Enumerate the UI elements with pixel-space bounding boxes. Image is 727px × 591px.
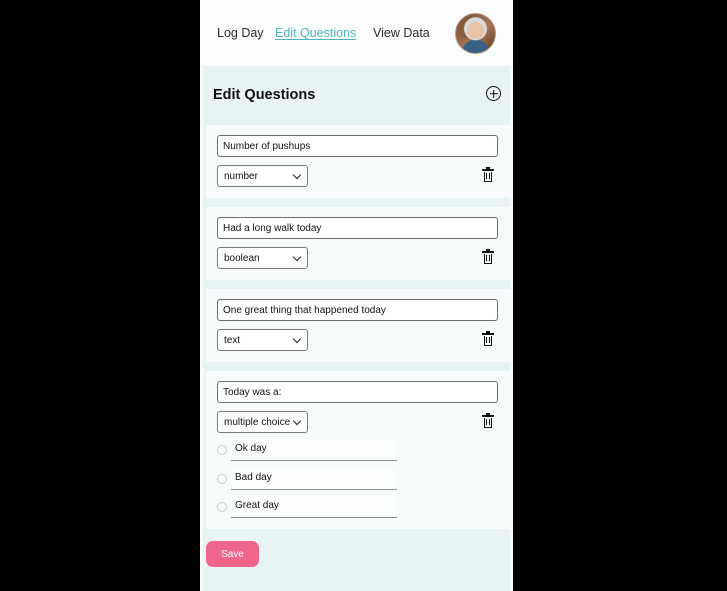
question-card: text (206, 289, 510, 362)
question-type-select[interactable]: boolean (217, 247, 308, 269)
app-screen: Log Day Edit Questions View Data Edit Qu… (200, 0, 513, 591)
choice-radio[interactable] (217, 474, 227, 484)
choice-radio[interactable] (217, 445, 227, 455)
question-text-input[interactable] (217, 217, 498, 239)
delete-question-icon[interactable] (482, 331, 494, 347)
chevron-down-icon (292, 334, 302, 344)
question-text-input[interactable] (217, 135, 498, 157)
choice-option-label: Great day (235, 500, 279, 511)
top-navigation: Log Day Edit Questions View Data (200, 0, 513, 66)
question-text-input[interactable] (217, 381, 498, 403)
question-card: boolean (206, 207, 510, 280)
delete-question-icon[interactable] (482, 167, 494, 183)
choice-option-input[interactable]: Ok day (231, 439, 397, 461)
question-type-value: text (224, 334, 241, 346)
choice-option: Bad day (217, 468, 397, 490)
nav-link-log-day[interactable]: Log Day (217, 26, 264, 40)
delete-question-icon[interactable] (482, 249, 494, 265)
choice-radio[interactable] (217, 502, 227, 512)
chevron-down-icon (292, 416, 302, 426)
choice-option: Ok day (217, 439, 397, 461)
question-card: number (206, 125, 510, 198)
chevron-down-icon (292, 170, 302, 180)
save-button[interactable]: Save (206, 541, 259, 567)
user-avatar[interactable] (455, 13, 496, 54)
question-type-select[interactable]: multiple choice (217, 411, 308, 433)
choice-option-label: Bad day (235, 472, 272, 483)
question-type-select[interactable]: number (217, 165, 308, 187)
page-title: Edit Questions (213, 87, 316, 103)
question-type-select[interactable]: text (217, 329, 308, 351)
choice-option-input[interactable]: Bad day (231, 468, 397, 490)
nav-link-view-data[interactable]: View Data (373, 26, 430, 40)
chevron-down-icon (292, 252, 302, 262)
edit-questions-panel: Edit Questions number boolean (203, 66, 510, 591)
question-type-value: number (224, 170, 258, 182)
delete-question-icon[interactable] (482, 413, 494, 429)
choice-option: Great day (217, 496, 397, 518)
question-text-input[interactable] (217, 299, 498, 321)
choice-option-input[interactable]: Great day (231, 496, 397, 518)
question-type-value: multiple choice (224, 416, 291, 428)
add-question-icon[interactable] (486, 86, 501, 101)
choice-option-label: Ok day (235, 443, 267, 454)
nav-link-edit-questions[interactable]: Edit Questions (275, 26, 356, 40)
question-type-value: boolean (224, 252, 260, 264)
question-card: multiple choice Ok day Bad day (206, 371, 510, 529)
